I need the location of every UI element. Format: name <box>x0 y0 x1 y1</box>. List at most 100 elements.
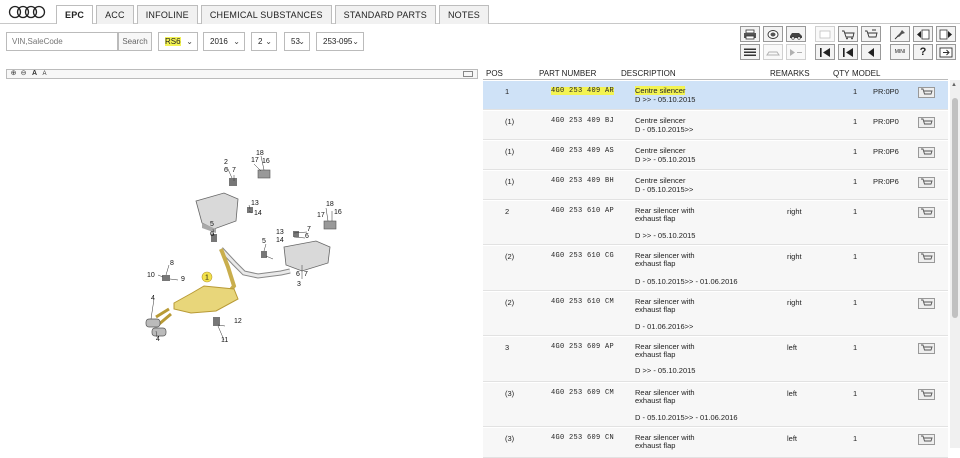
main-group-select[interactable]: 2 ⌄ <box>251 32 277 51</box>
vehicle-button[interactable] <box>786 26 806 42</box>
add-to-cart-button[interactable] <box>918 177 935 188</box>
add-to-cart-button[interactable] <box>918 343 935 354</box>
add-to-cart-button[interactable] <box>918 147 935 158</box>
row-remarks: left <box>787 343 798 352</box>
main-tabs: EPC ACC INFOLINE CHEMICAL SUBSTANCES STA… <box>56 5 492 25</box>
scrollbar-thumb[interactable] <box>952 98 958 318</box>
row-qty: 1 <box>853 434 858 443</box>
text-smaller-icon[interactable]: A <box>40 70 49 78</box>
add-to-cart-button[interactable] <box>918 389 935 400</box>
svg-text:6: 6 <box>224 167 228 174</box>
tab-chemical-substances[interactable]: CHEMICAL SUBSTANCES <box>200 5 332 24</box>
cart-icon <box>921 88 933 95</box>
add-to-cart-button[interactable] <box>918 252 935 263</box>
svg-text:16: 16 <box>262 158 270 165</box>
add-to-cart-button[interactable] <box>918 207 935 218</box>
add-to-cart-button[interactable] <box>918 87 935 98</box>
svg-text:14: 14 <box>254 210 262 217</box>
pin-icon <box>894 29 905 39</box>
remove-from-cart-button[interactable] <box>861 26 881 42</box>
search-button[interactable]: Search <box>118 32 152 51</box>
elan-button[interactable] <box>815 26 835 42</box>
svg-text:6: 6 <box>305 233 309 240</box>
table-row[interactable]: (3) 4G0 253 609 CM Rear silencer with ex… <box>483 383 948 427</box>
cart-icon <box>921 253 933 260</box>
help-button[interactable]: ? <box>913 44 933 60</box>
table-row[interactable]: (1) 4G0 253 409 BH Centre silencer D - 0… <box>483 171 948 200</box>
print-button[interactable] <box>740 26 760 42</box>
table-scrollbar[interactable]: ▲ <box>950 80 960 448</box>
tab-epc[interactable]: EPC <box>56 5 94 25</box>
add-to-cart-button[interactable] <box>918 117 935 128</box>
previous-page-button[interactable] <box>838 44 858 60</box>
parts-table-pane: POS PART NUMBER DESCRIPTION REMARKS QTY … <box>483 66 960 458</box>
tab-notes[interactable]: NOTES <box>438 5 489 24</box>
row-desc-line2: exhaust flap <box>635 214 676 223</box>
sub-group-select[interactable]: 53 ⌄ <box>284 32 310 51</box>
cart-icon <box>921 208 933 215</box>
car-scale-button[interactable] <box>763 44 783 60</box>
add-to-cart-button[interactable] <box>838 26 858 42</box>
row-model: PR:0P0 <box>873 117 899 126</box>
exhaust-diagram[interactable]: 2 6 7 17 18 16 13 14 5 6 18 17 16 7 6 13… <box>6 81 478 448</box>
text-larger-icon[interactable]: A <box>30 70 39 78</box>
cart-icon <box>921 299 933 306</box>
row-pos: (1) <box>505 177 515 186</box>
row-desc-line2: exhaust flap <box>635 396 676 405</box>
row-qty: 1 <box>853 117 858 126</box>
svg-text:11: 11 <box>221 337 228 344</box>
year-select[interactable]: 2016 ⌄ <box>203 32 245 51</box>
back-button[interactable] <box>861 44 881 60</box>
row-part-number: 4G0 253 610 AP <box>551 207 615 215</box>
book-back-icon <box>917 29 930 39</box>
scroll-up-icon[interactable]: ▲ <box>951 82 957 88</box>
svg-text:14: 14 <box>276 237 284 244</box>
row-desc-line3: D >> - 05.10.2015 <box>635 231 696 240</box>
tab-infoline[interactable]: INFOLINE <box>136 5 198 24</box>
table-row[interactable]: 1 4G0 253 409 AR Centre silencer D >> - … <box>483 81 948 110</box>
add-to-cart-button[interactable] <box>918 434 935 445</box>
pin-button[interactable] <box>890 26 910 42</box>
model-select[interactable]: RS6 ⌄ <box>158 32 198 51</box>
book-forward-button[interactable] <box>936 26 956 42</box>
table-row[interactable]: (2) 4G0 253 610 CM Rear silencer with ex… <box>483 292 948 336</box>
row-pos: 3 <box>505 343 510 352</box>
filter-bar: Search RS6 ⌄ 2016 ⌄ 2 ⌄ 53 ⌄ 253-095 ⌄ <box>0 24 960 66</box>
svg-text:3: 3 <box>297 281 301 288</box>
table-row[interactable]: (3) 4G0 253 609 CN Rear silencer with ex… <box>483 428 948 458</box>
row-qty: 1 <box>853 298 858 307</box>
row-part-number: 4G0 253 610 CM <box>551 298 615 306</box>
vin-input[interactable] <box>6 32 118 51</box>
arrow-line-button[interactable] <box>786 44 806 60</box>
illustration-select[interactable]: 253-095 ⌄ <box>316 32 364 51</box>
table-row[interactable]: (2) 4G0 253 610 CG Rear silencer with ex… <box>483 246 948 291</box>
fit-window-icon[interactable] <box>463 71 473 77</box>
list-view-button[interactable] <box>740 44 760 60</box>
table-row[interactable]: 2 4G0 253 610 AP Rear silencer with exha… <box>483 201 948 245</box>
price-button[interactable] <box>763 26 783 42</box>
row-qty: 1 <box>853 177 858 186</box>
previous-page-icon <box>843 47 853 57</box>
callout-1[interactable]: 1 <box>205 275 209 282</box>
book-back-button[interactable] <box>913 26 933 42</box>
add-to-cart-button[interactable] <box>918 298 935 309</box>
export-button[interactable] <box>936 44 956 60</box>
zoom-out-icon[interactable]: ⊖ <box>19 70 28 78</box>
first-page-button[interactable] <box>815 44 835 60</box>
tab-acc[interactable]: ACC <box>96 5 134 24</box>
row-part-number: 4G0 253 609 AP <box>551 343 615 351</box>
row-remarks: right <box>787 207 802 216</box>
tab-standard-parts[interactable]: STANDARD PARTS <box>334 5 436 24</box>
zoom-in-icon[interactable]: ⊕ <box>9 70 18 78</box>
elan-icon <box>819 30 831 38</box>
svg-text:7: 7 <box>307 226 311 233</box>
table-row[interactable]: (1) 4G0 253 409 AS Centre silencer D >> … <box>483 141 948 170</box>
table-row[interactable]: (1) 4G0 253 409 BJ Centre silencer D - 0… <box>483 111 948 140</box>
row-pos: (3) <box>505 389 515 398</box>
centre-silencer-part[interactable] <box>173 285 239 314</box>
table-row[interactable]: 3 4G0 253 609 AP Rear silencer with exha… <box>483 337 948 382</box>
mini-button[interactable]: MINI <box>890 44 910 60</box>
cart-icon <box>921 148 933 155</box>
svg-text:4: 4 <box>151 295 155 302</box>
row-desc-line2: exhaust flap <box>635 350 676 359</box>
